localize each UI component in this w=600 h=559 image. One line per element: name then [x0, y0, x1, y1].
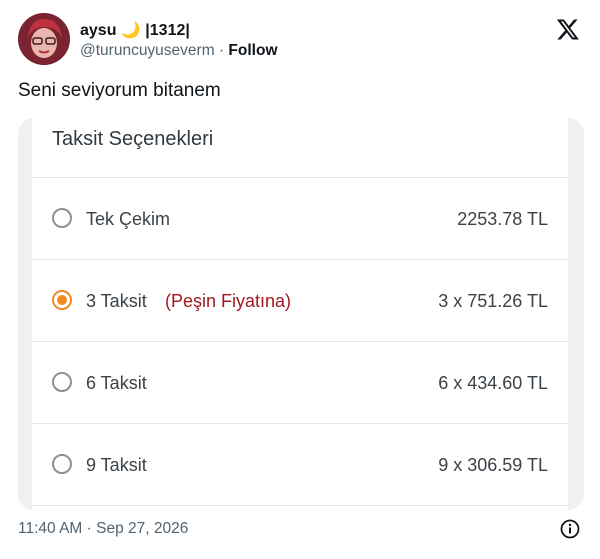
- option-row[interactable]: 6 Taksit 6 x 434.60 TL: [32, 342, 568, 423]
- x-logo-icon[interactable]: [556, 17, 580, 41]
- option-row[interactable]: 9 Taksit 9 x 306.59 TL: [32, 424, 568, 505]
- separator-dot: ·: [218, 42, 225, 59]
- tweet-header: aysu 🌙 |1312| @turuncuyuseverm · Follow: [18, 13, 584, 65]
- display-name-text: aysu: [80, 22, 117, 39]
- option-label: 6 Taksit: [86, 373, 147, 393]
- option-label: 9 Taksit: [86, 455, 147, 475]
- installment-panel: Taksit Seçenekleri Tek Çekim 2253.78 TL …: [32, 118, 568, 510]
- divider: [32, 505, 568, 506]
- display-name[interactable]: aysu 🌙 |1312|: [80, 20, 190, 40]
- option-label: Tek Çekim: [86, 209, 171, 229]
- option-row[interactable]: Tek Çekim 2253.78 TL: [32, 178, 568, 259]
- option-note: (Peşin Fiyatına): [165, 291, 292, 311]
- tweet-text: Seni seviyorum bitanem: [18, 80, 221, 101]
- option-label: 3 Taksit: [86, 291, 147, 311]
- radio-button[interactable]: [52, 372, 72, 392]
- avatar[interactable]: [18, 13, 70, 65]
- follow-button[interactable]: Follow: [228, 42, 277, 59]
- handle-line: @turuncuyuseverm · Follow: [80, 42, 278, 60]
- option-price: 2253.78 TL: [457, 209, 548, 229]
- user-handle[interactable]: @turuncuyuseverm: [80, 42, 215, 59]
- tweet-timestamp[interactable]: 11:40 AM · Sep 27, 2026: [18, 520, 188, 538]
- radio-button-selected[interactable]: [52, 290, 72, 310]
- radio-button[interactable]: [52, 208, 72, 228]
- option-row[interactable]: 3 Taksit (Peşin Fiyatına) 3 x 751.26 TL: [32, 260, 568, 341]
- option-price: 9 x 306.59 TL: [438, 455, 548, 475]
- option-price: 6 x 434.60 TL: [438, 373, 548, 393]
- tweet-media-image[interactable]: Taksit Seçenekleri Tek Çekim 2253.78 TL …: [18, 118, 584, 510]
- panel-title: Taksit Seçenekleri: [52, 128, 214, 150]
- option-price: 3 x 751.26 TL: [438, 291, 548, 311]
- display-name-suffix: |1312|: [145, 22, 190, 39]
- radio-button[interactable]: [52, 454, 72, 474]
- info-icon[interactable]: [560, 519, 580, 539]
- moon-emoji-icon: 🌙: [120, 22, 141, 39]
